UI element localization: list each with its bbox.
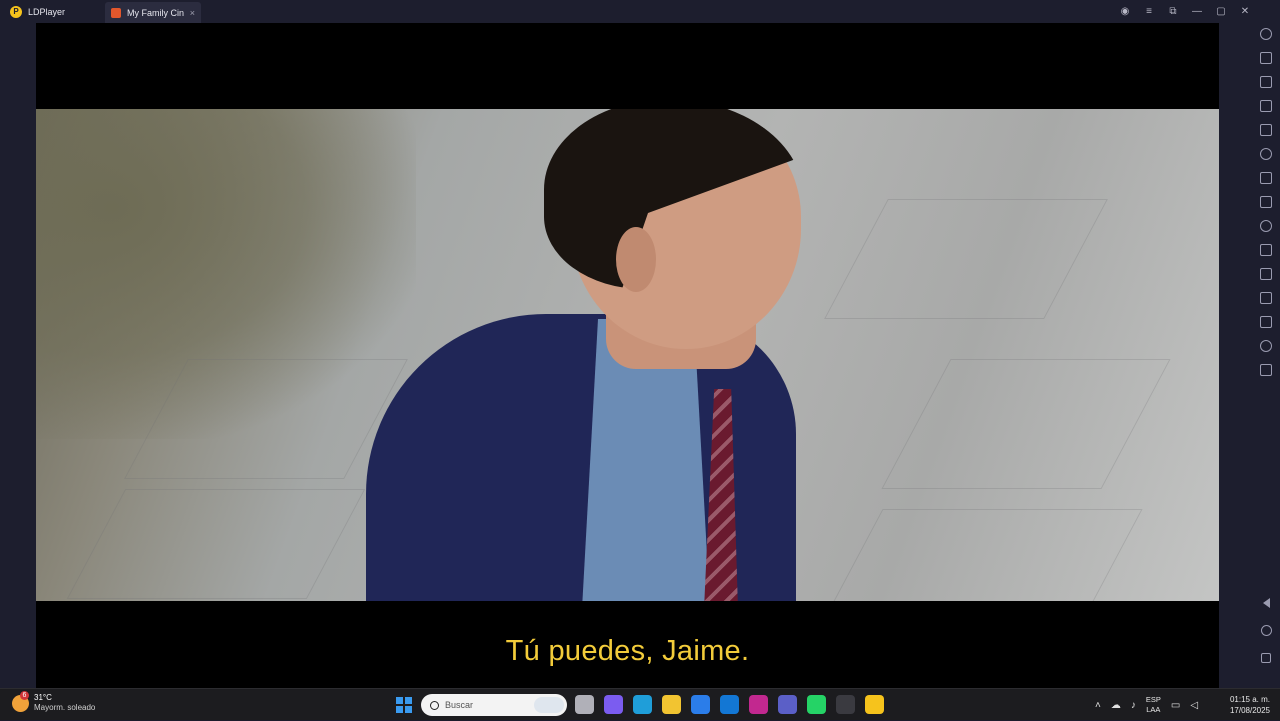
emulator-screen[interactable]: Tú puedes, Jaime. — [36, 23, 1219, 688]
screenshot-icon[interactable] — [1260, 124, 1272, 136]
restore-icon[interactable]: ⧉ — [1168, 6, 1178, 17]
store-icon[interactable] — [691, 695, 710, 714]
task-view-icon[interactable] — [575, 695, 594, 714]
clock-date: 17/08/2025 — [1229, 706, 1270, 715]
back-icon[interactable] — [1262, 598, 1270, 608]
speaker-icon[interactable]: ◁ — [1190, 700, 1198, 711]
close-icon[interactable]: ✕ — [1240, 6, 1250, 17]
whatsapp-icon[interactable] — [807, 695, 826, 714]
network-icon[interactable]: ▭ — [1171, 700, 1180, 711]
clock[interactable]: 01:15 a. m. 17/08/2025 — [1222, 694, 1270, 716]
language-indicator[interactable]: ESP LAA — [1146, 695, 1161, 715]
media-app-icon[interactable] — [836, 695, 855, 714]
scene-tile — [829, 509, 1143, 601]
ldplayer-icon[interactable] — [865, 695, 884, 714]
search-highlight-icon — [534, 697, 564, 713]
app-tab-icon — [111, 7, 121, 18]
folder-icon[interactable] — [1260, 316, 1272, 328]
outlook-icon[interactable] — [720, 695, 739, 714]
video-frame[interactable] — [36, 109, 1219, 601]
search-placeholder: Buscar — [445, 700, 474, 710]
minimize-icon[interactable]: — — [1192, 6, 1202, 17]
left-frame — [0, 23, 36, 688]
recent-apps-icon[interactable] — [1261, 653, 1271, 663]
weather-widget[interactable]: 6 31°C Mayorm. soleado — [12, 690, 95, 713]
windows-logo-icon — [396, 697, 403, 704]
notification-badge: 6 — [20, 690, 29, 700]
chevron-up-icon[interactable]: ˄ — [1095, 700, 1101, 711]
scene-tile — [824, 199, 1108, 319]
apk-icon[interactable] — [1260, 292, 1272, 304]
copilot-icon[interactable] — [604, 695, 623, 714]
ldplayer-logo-icon: P — [10, 5, 22, 18]
keyboard-icon[interactable] — [1260, 52, 1272, 64]
taskbar-search[interactable]: Buscar — [421, 694, 567, 716]
actor-figure — [366, 109, 846, 601]
sync-icon[interactable] — [1260, 268, 1272, 280]
tab-my-family[interactable]: My Family Cin... × — [105, 2, 201, 23]
multi-instance-icon[interactable] — [1260, 364, 1272, 376]
tool-column — [1257, 28, 1275, 388]
tab-title: My Family Cin... — [127, 7, 184, 18]
scissors-icon[interactable] — [1260, 220, 1272, 232]
app-active-icon[interactable] — [749, 695, 768, 714]
window-icon[interactable] — [1260, 172, 1272, 184]
home-icon[interactable] — [1260, 625, 1272, 636]
clock-time: 01:15 a. m. — [1229, 695, 1270, 704]
actor-ear — [616, 227, 656, 292]
weather-temp: 31°C — [34, 693, 52, 702]
tab-close-icon[interactable]: × — [190, 8, 195, 18]
start-button[interactable] — [396, 697, 412, 713]
search-icon — [430, 700, 439, 710]
title-bar: P LDPlayer My Family Cin... × ◉ ≡ ⧉ — ▢ … — [0, 0, 1280, 23]
taskbar: 6 31°C Mayorm. soleado Buscar ˄ ☁ ♪ ESP … — [0, 688, 1280, 720]
app-brand: P LDPlayer — [0, 0, 105, 23]
weather-text: 31°C Mayorm. soleado — [34, 693, 95, 713]
record-icon[interactable] — [1260, 244, 1272, 256]
maximize-icon[interactable]: ▢ — [1216, 6, 1226, 17]
video-subtitle: Tú puedes, Jaime. — [505, 635, 750, 667]
weather-desc: Mayorm. soleado — [34, 703, 96, 712]
scene-tile — [881, 359, 1171, 489]
android-nav — [1258, 598, 1274, 663]
scene-tile — [66, 489, 366, 599]
file-explorer-icon[interactable] — [662, 695, 681, 714]
gamepad-icon[interactable] — [1260, 28, 1272, 40]
pinned-apps — [575, 695, 884, 714]
window-controls: ◉ ≡ ⧉ — ▢ ✕ — [1120, 0, 1250, 23]
menu-icon[interactable]: ≡ — [1144, 6, 1154, 17]
volume-up-icon[interactable] — [1260, 76, 1272, 88]
onedrive-icon[interactable]: ☁ — [1111, 700, 1121, 711]
sun-icon: 6 — [12, 690, 29, 712]
robot-icon[interactable] — [1260, 196, 1272, 208]
location-icon[interactable] — [1260, 340, 1272, 352]
app-name: LDPlayer — [28, 6, 66, 17]
person-icon[interactable]: ◉ — [1120, 6, 1130, 17]
teams-icon[interactable] — [778, 695, 797, 714]
microphone-icon[interactable]: ♪ — [1131, 700, 1136, 711]
settings-icon[interactable] — [1260, 148, 1272, 160]
edge-icon[interactable] — [633, 695, 652, 714]
system-tray: ˄ ☁ ♪ ESP LAA ▭ ◁ — [1095, 689, 1198, 721]
volume-down-icon[interactable] — [1260, 100, 1272, 112]
